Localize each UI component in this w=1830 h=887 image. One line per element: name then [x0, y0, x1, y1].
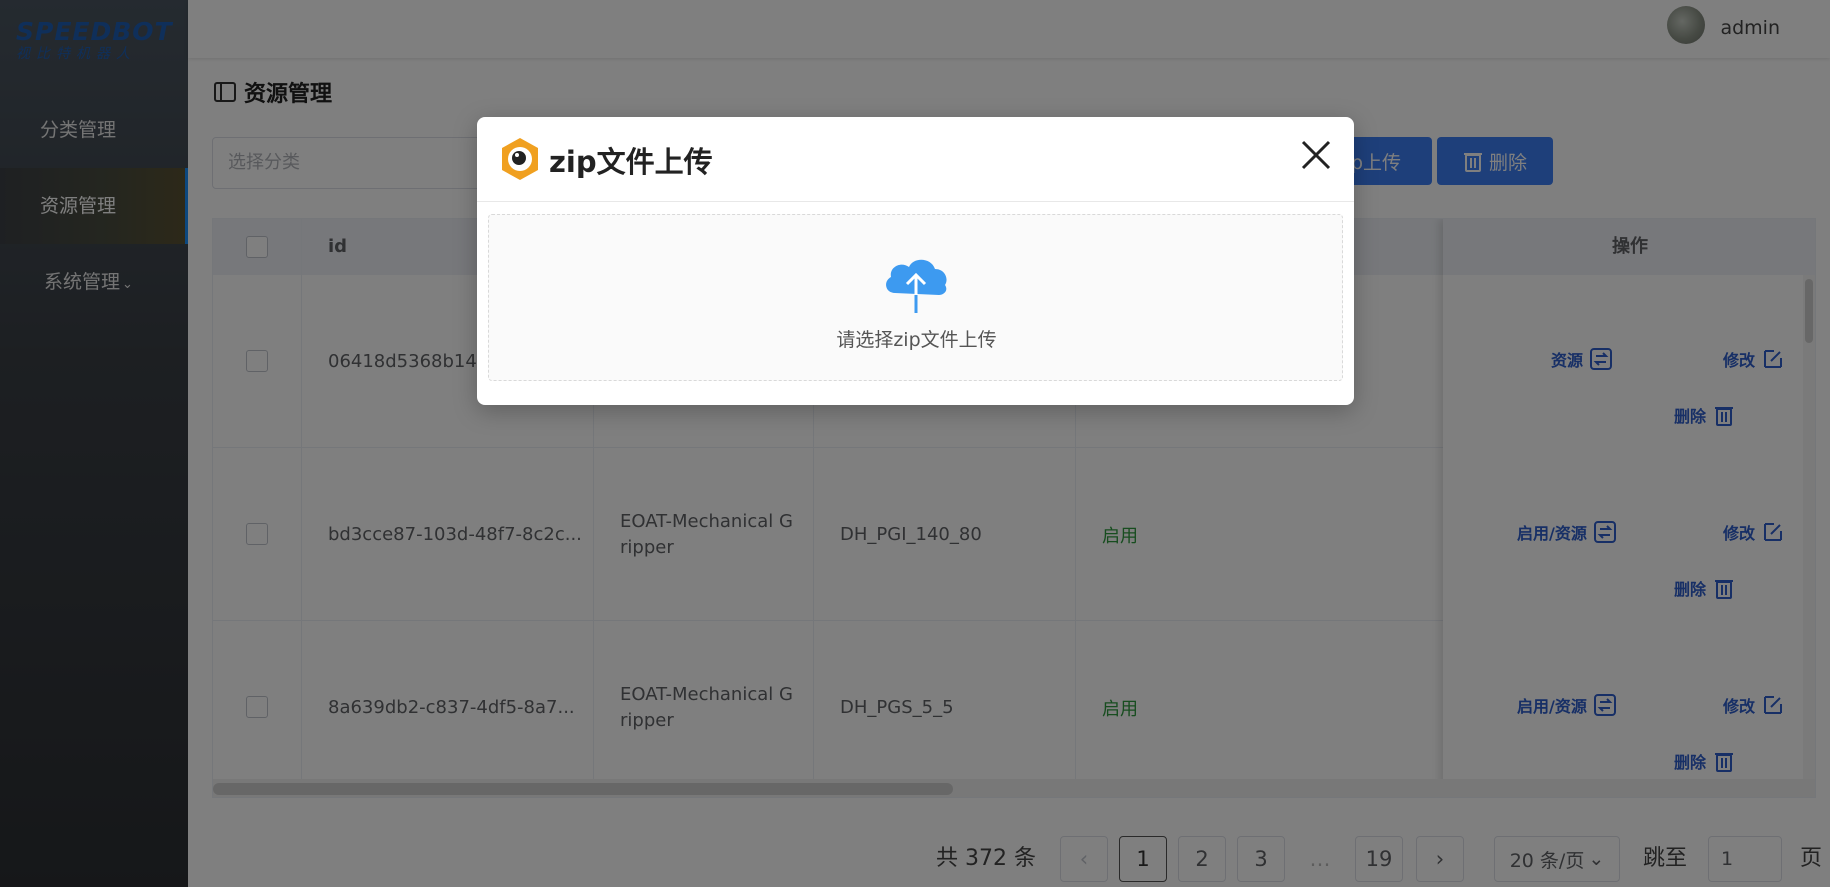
- dialog-header: zip文件上传: [477, 117, 1354, 202]
- dialog-title: zip文件上传: [549, 145, 713, 179]
- zip-upload-dialog: zip文件上传 请选择zip文件上传: [477, 117, 1354, 405]
- dropzone-text: 请选择zip文件上传: [836, 329, 997, 351]
- cloud-upload-icon: [886, 259, 947, 313]
- close-icon[interactable]: [1298, 137, 1334, 173]
- zip-dropzone[interactable]: 请选择zip文件上传: [488, 214, 1343, 381]
- camera-eye-logo-icon: [502, 138, 538, 180]
